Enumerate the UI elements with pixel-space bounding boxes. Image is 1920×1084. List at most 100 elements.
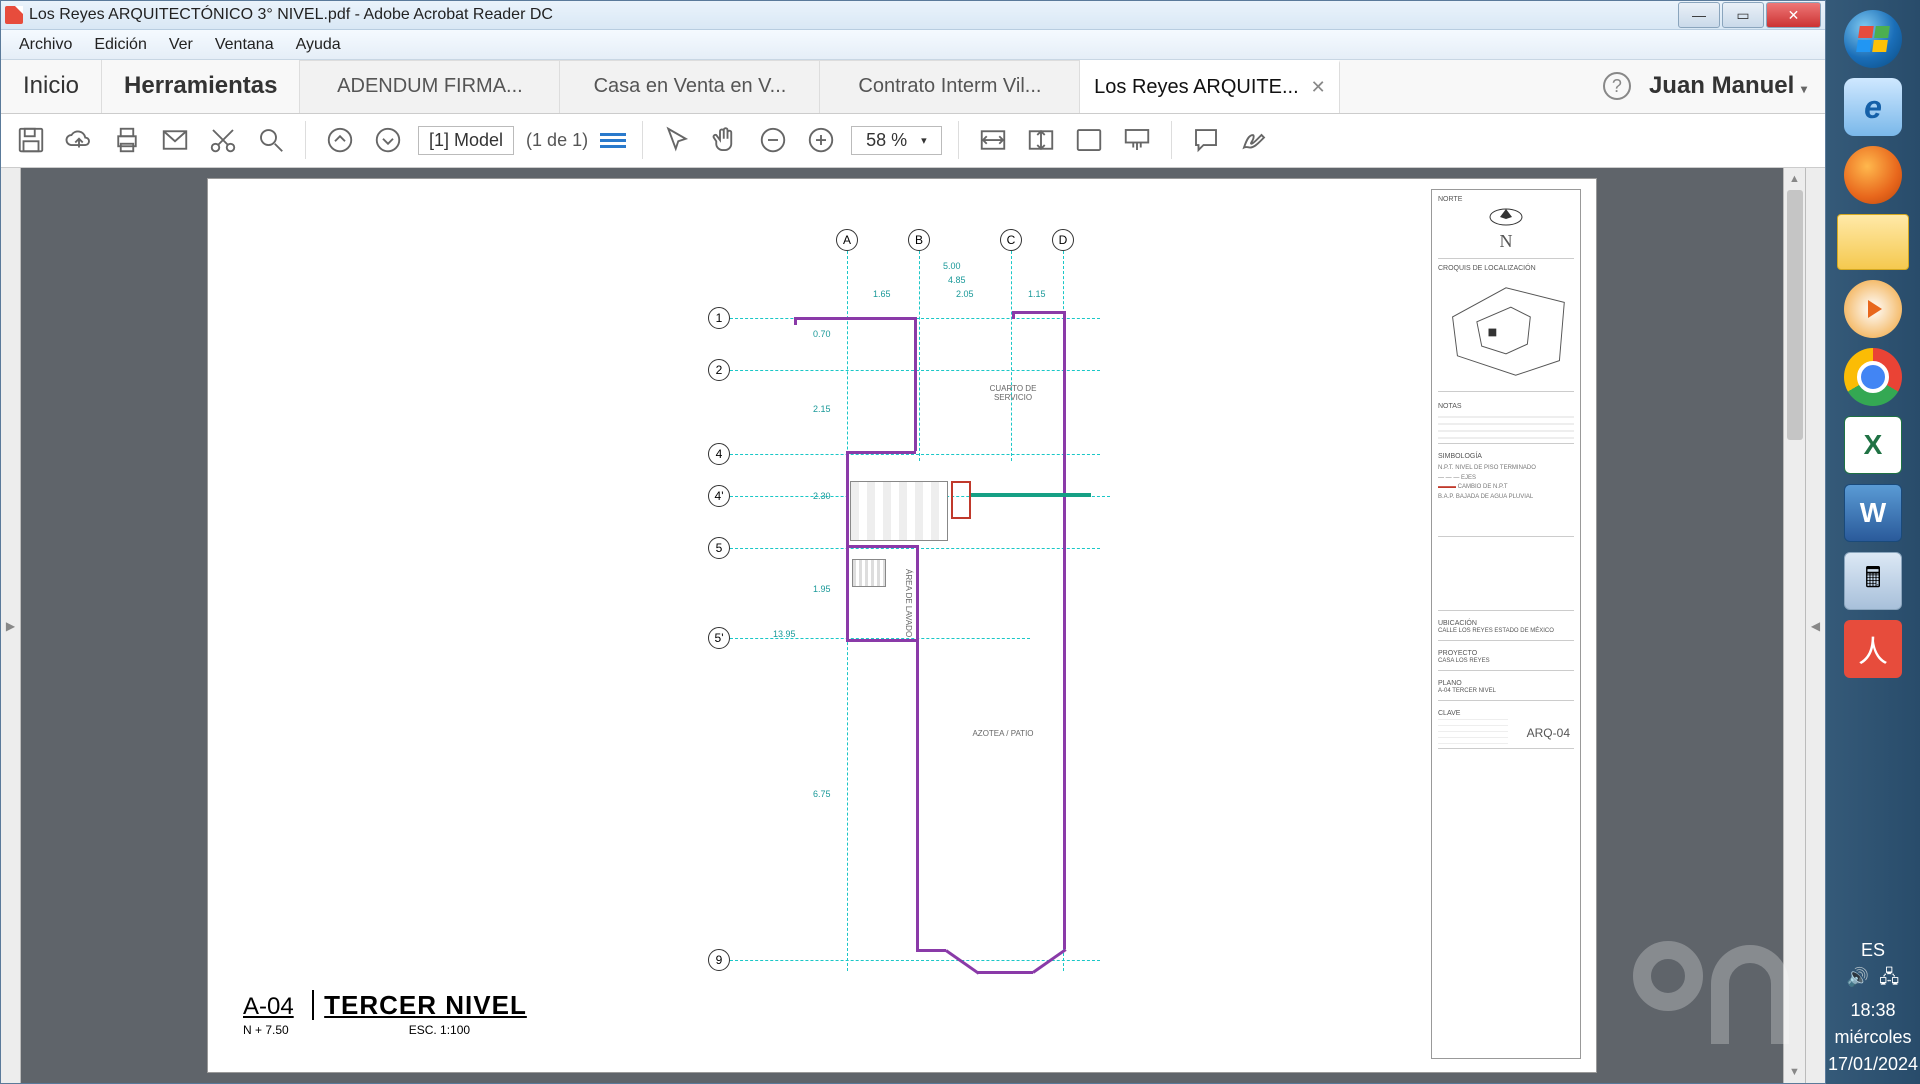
maximize-button[interactable]: ▭: [1722, 2, 1764, 28]
tray-date[interactable]: 17/01/2024: [1828, 1051, 1918, 1078]
taskbar-chrome[interactable]: [1844, 348, 1902, 406]
page-indicator[interactable]: [1] Model: [418, 126, 514, 155]
page-viewport[interactable]: A B C D 1 2 4 4' 5 5' 9: [21, 168, 1783, 1083]
room-lavado: ÁREA DE LAVADO: [893, 569, 913, 637]
dim: 13.95: [773, 629, 796, 639]
taskbar-firefox[interactable]: [1844, 146, 1902, 204]
menu-ayuda[interactable]: Ayuda: [286, 33, 351, 57]
simbologia-block: SIMBOLOGÍA N.P.T. NIVEL DE PISO TERMINAD…: [1438, 448, 1574, 537]
app-window: Los Reyes ARQUITECTÓNICO 3° NIVEL.pdf - …: [0, 0, 1826, 1084]
tab-doc-3[interactable]: Los Reyes ARQUITE...✕: [1080, 60, 1340, 113]
grid-row-4p: 4': [708, 485, 730, 507]
dim: 2.05: [956, 289, 974, 299]
menubar: Archivo Edición Ver Ventana Ayuda: [1, 30, 1825, 59]
north-block: NORTE N: [1438, 196, 1574, 259]
taskbar-word[interactable]: W: [1844, 484, 1902, 542]
menu-ver[interactable]: Ver: [159, 33, 203, 57]
page-down-icon[interactable]: [370, 122, 406, 158]
dim: 1.65: [873, 289, 891, 299]
taskbar: e X W 🖩 人 ES 🔊 🖧 18:38 miércoles 17/01/2…: [1826, 0, 1920, 1084]
read-mode-icon[interactable]: [1119, 122, 1155, 158]
grid-row-1: 1: [708, 307, 730, 329]
system-tray[interactable]: ES 🔊 🖧 18:38 miércoles 17/01/2024: [1822, 931, 1920, 1084]
tab-inicio[interactable]: Inicio: [1, 60, 102, 113]
scroll-thumb[interactable]: [1787, 190, 1803, 440]
grid-row-9: 9: [708, 949, 730, 971]
menu-ventana[interactable]: Ventana: [205, 33, 284, 57]
sheet-number: A-04: [243, 993, 294, 1021]
grid-row-5p: 5': [708, 627, 730, 649]
dim: 2.30: [813, 491, 831, 501]
taskbar-acrobat[interactable]: 人: [1844, 620, 1902, 678]
cut-icon[interactable]: [205, 122, 241, 158]
floorplan: A B C D 1 2 4 4' 5 5' 9: [668, 219, 1128, 999]
clave-block: CLAVE ARQ-04: [1438, 705, 1574, 749]
watermark-icon: [1630, 934, 1810, 1074]
notas-block: NOTAS: [1438, 398, 1574, 444]
blank-block: [1438, 541, 1574, 611]
volume-icon[interactable]: 🔊: [1847, 964, 1869, 991]
taskbar-excel[interactable]: X: [1844, 416, 1902, 474]
print-icon[interactable]: [109, 122, 145, 158]
sheet-label: A-04 TERCER NIVEL N + 7.50ESC. 1:100: [243, 990, 527, 1037]
tab-doc-1[interactable]: Casa en Venta en V...: [560, 60, 820, 113]
zoom-indicator[interactable]: 58 %▾: [851, 126, 942, 155]
sheet-title: TERCER NIVEL: [312, 990, 527, 1020]
window-controls: — ▭ ✕: [1678, 2, 1821, 28]
tray-lang[interactable]: ES: [1828, 937, 1918, 964]
menu-edicion[interactable]: Edición: [84, 33, 156, 57]
page-up-icon[interactable]: [322, 122, 358, 158]
dim: 6.75: [813, 789, 831, 799]
cloud-icon[interactable]: [61, 122, 97, 158]
dim: 1.95: [813, 584, 831, 594]
tray-day: miércoles: [1828, 1024, 1918, 1051]
grid-col-C: C: [1000, 229, 1022, 251]
fit-width-icon[interactable]: [975, 122, 1011, 158]
grid-row-2: 2: [708, 359, 730, 381]
taskbar-media-player[interactable]: [1844, 280, 1902, 338]
save-icon[interactable]: [13, 122, 49, 158]
dim: 5.00: [943, 261, 961, 271]
fit-page-icon[interactable]: [1023, 122, 1059, 158]
hand-icon[interactable]: [707, 122, 743, 158]
tray-time[interactable]: 18:38: [1828, 997, 1918, 1024]
comment-icon[interactable]: [1188, 122, 1224, 158]
taskbar-explorer[interactable]: [1837, 214, 1909, 270]
pdf-page: A B C D 1 2 4 4' 5 5' 9: [207, 178, 1597, 1073]
zoom-in-icon[interactable]: [803, 122, 839, 158]
start-button[interactable]: [1844, 10, 1902, 68]
menu-archivo[interactable]: Archivo: [9, 33, 82, 57]
scroll-up-icon[interactable]: ▲: [1784, 168, 1805, 190]
dim: 2.15: [813, 404, 831, 414]
title-block: NORTE N CROQUIS DE LOCALIZACIÓN NOTAS: [1431, 189, 1581, 1059]
minimize-button[interactable]: —: [1678, 2, 1720, 28]
sign-icon[interactable]: [1236, 122, 1272, 158]
grid-col-D: D: [1052, 229, 1074, 251]
fullscreen-icon[interactable]: [1071, 122, 1107, 158]
select-icon[interactable]: [659, 122, 695, 158]
user-menu[interactable]: Juan Manuel ▾: [1649, 72, 1807, 100]
network-icon[interactable]: 🖧: [1879, 964, 1899, 991]
tab-doc-2[interactable]: Contrato Interm Vil...: [820, 60, 1080, 113]
tab-close-icon[interactable]: ✕: [1311, 77, 1326, 98]
left-panel-toggle[interactable]: ▶: [1, 168, 21, 1083]
clave-value: ARQ-04: [1523, 724, 1574, 744]
sheet-scale: ESC. 1:100: [409, 1023, 470, 1037]
thumbnails-icon[interactable]: [600, 133, 626, 148]
zoom-out-icon[interactable]: [755, 122, 791, 158]
toolbar: [1] Model (1 de 1) 58 %▾: [1, 114, 1825, 168]
titlebar[interactable]: Los Reyes ARQUITECTÓNICO 3° NIVEL.pdf - …: [1, 1, 1825, 30]
pdf-icon: [5, 6, 23, 24]
tab-doc-0[interactable]: ADENDUM FIRMA...: [300, 60, 560, 113]
tab-herramientas[interactable]: Herramientas: [102, 60, 300, 113]
mail-icon[interactable]: [157, 122, 193, 158]
dim: 4.85: [948, 275, 966, 285]
dim: 1.15: [1028, 289, 1046, 299]
close-button[interactable]: ✕: [1766, 2, 1821, 28]
taskbar-calculator[interactable]: 🖩: [1844, 552, 1902, 610]
search-icon[interactable]: [253, 122, 289, 158]
help-icon[interactable]: ?: [1603, 72, 1631, 100]
content-area: ▶ A B C D 1 2 4: [1, 168, 1825, 1083]
tabbar: Inicio Herramientas ADENDUM FIRMA... Cas…: [1, 60, 1825, 114]
taskbar-ie[interactable]: e: [1844, 78, 1902, 136]
